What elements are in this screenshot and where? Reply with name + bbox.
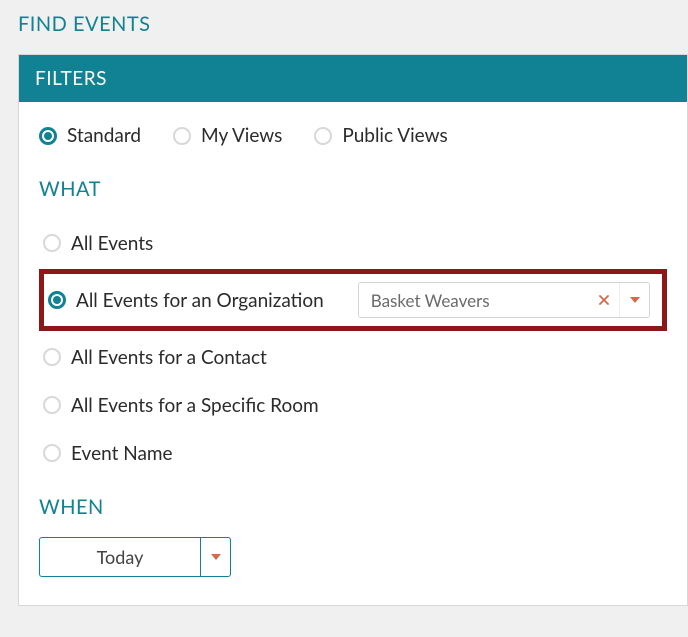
what-option-label: Event Name	[71, 442, 173, 465]
what-section-label: WHAT	[39, 177, 667, 201]
what-option-label: All Events	[71, 232, 153, 255]
radio-icon	[43, 348, 61, 366]
chevron-down-icon[interactable]	[200, 538, 230, 576]
view-label: My Views	[201, 124, 282, 147]
when-section-label: WHEN	[39, 495, 667, 519]
organization-select[interactable]: Basket Weavers	[358, 282, 650, 318]
clear-icon[interactable]	[589, 283, 619, 317]
what-option-label: All Events for a Specific Room	[71, 394, 319, 417]
page-title: FIND EVENTS	[18, 12, 688, 36]
when-value[interactable]: Today	[40, 538, 200, 576]
radio-icon	[48, 291, 66, 309]
filters-body: Standard My Views Public Views WHAT All …	[19, 102, 687, 605]
radio-icon	[173, 127, 191, 145]
view-label: Standard	[67, 124, 141, 147]
radio-icon	[43, 234, 61, 252]
what-option-contact[interactable]: All Events for a Contact	[39, 333, 667, 381]
what-option-event-name[interactable]: Event Name	[39, 429, 667, 477]
what-option-room[interactable]: All Events for a Specific Room	[39, 381, 667, 429]
radio-icon	[43, 444, 61, 462]
radio-icon	[39, 127, 57, 145]
view-standard[interactable]: Standard	[39, 124, 141, 147]
view-my-views[interactable]: My Views	[173, 124, 282, 147]
radio-icon	[43, 396, 61, 414]
view-public-views[interactable]: Public Views	[314, 124, 447, 147]
organization-value: Basket Weavers	[359, 283, 589, 317]
view-label: Public Views	[342, 124, 447, 147]
radio-icon	[314, 127, 332, 145]
filters-panel: FILTERS Standard My Views Public Views W…	[18, 54, 688, 606]
when-select[interactable]: Today	[39, 537, 231, 577]
what-option-label: All Events for a Contact	[71, 346, 267, 369]
filters-header: FILTERS	[19, 55, 687, 102]
chevron-down-icon[interactable]	[619, 283, 649, 317]
what-option-all-events[interactable]: All Events	[39, 219, 667, 267]
views-row: Standard My Views Public Views	[39, 124, 667, 147]
what-option-label: All Events for an Organization	[76, 289, 324, 312]
what-option-org[interactable]: All Events for an Organization Basket We…	[39, 269, 667, 331]
